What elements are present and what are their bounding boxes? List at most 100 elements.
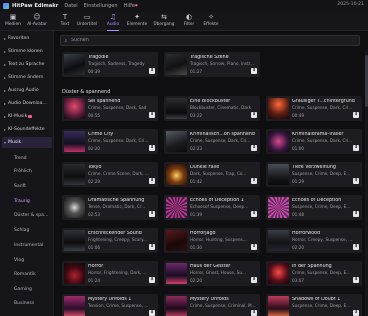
track-thumbnail[interactable] <box>268 131 289 152</box>
download-icon[interactable]: ⬇ <box>251 68 257 74</box>
track-card[interactable]: Tokyo Crime, Crime Scene, Dark, ... 02:29 ⬇ <box>62 162 158 187</box>
track-card[interactable]: Sei spannend Crime, Suspense, Dark, Sad 00… <box>62 96 158 121</box>
tab-untertitel[interactable]: ▭ Untertitel <box>76 13 98 30</box>
track-card[interactable]: Erschreckender Sound Frightening, Creepy,… <box>62 228 158 253</box>
download-icon[interactable]: ⬇ <box>149 68 155 74</box>
track-thumbnail[interactable] <box>166 230 187 251</box>
track-thumbnail[interactable] <box>64 131 85 152</box>
track-thumbnail[interactable] <box>64 296 85 316</box>
track-card[interactable]: Dramatische Spannung Tense, Dramatic, Dar… <box>62 195 158 220</box>
menu-datei[interactable]: Datei <box>64 3 77 9</box>
track-thumbnail[interactable] <box>64 54 85 75</box>
tab-filter[interactable]: ◐ Filter <box>178 13 200 30</box>
sidebar-sub-business[interactable]: Business <box>2 298 52 309</box>
download-icon[interactable]: ⬇ <box>149 211 155 217</box>
download-icon[interactable]: ⬇ <box>353 112 359 118</box>
track-card[interactable]: Horrorjagd Horror, Hunting, Suspens... 01:… <box>164 228 260 253</box>
sidebar-item-audio-download[interactable]: ▸ Audio Downloa... <box>2 98 52 109</box>
track-thumbnail[interactable] <box>64 98 85 119</box>
track-card[interactable]: Echoes of Deception Suspense, Crime, Deep… <box>266 195 362 220</box>
tab-audio[interactable]: ♫ Audio <box>102 13 124 31</box>
download-icon[interactable]: ⬇ <box>149 244 155 250</box>
menu-hilfe[interactable]: Hilfe● <box>124 3 138 9</box>
track-thumbnail[interactable] <box>268 164 289 185</box>
tab-effekte[interactable]: ✧ Effekte <box>200 13 222 30</box>
sidebar-sub-vlog[interactable]: Vlog <box>2 255 52 266</box>
download-icon[interactable]: ⬇ <box>251 178 257 184</box>
sidebar-sub-gaming[interactable]: Gaming <box>2 284 52 295</box>
track-thumbnail[interactable] <box>268 98 289 119</box>
track-card[interactable]: In der Spannung Crime, Suspense, Deep, E.… <box>266 261 362 286</box>
track-thumbnail[interactable] <box>268 197 289 218</box>
track-card[interactable]: Dunkle Falle Dark, Suspense, Trap, Co... 0… <box>164 162 260 187</box>
track-thumbnail[interactable] <box>64 164 85 185</box>
track-thumbnail[interactable] <box>166 296 187 316</box>
track-card[interactable]: Tiefe Verzweiflung Suspense, Crime, Deep,… <box>266 162 362 187</box>
tab-text[interactable]: T Text <box>54 13 76 30</box>
sidebar-sub-romantik[interactable]: Romantik <box>2 269 52 280</box>
download-icon[interactable]: ⬇ <box>149 310 155 316</box>
download-icon[interactable]: ⬇ <box>251 244 257 250</box>
track-thumbnail[interactable] <box>268 230 289 251</box>
track-card[interactable]: Kriminalisch...on spannend Crime, Suspens… <box>164 129 260 154</box>
download-icon[interactable]: ⬇ <box>251 112 257 118</box>
sidebar-item-text-zu-sprache[interactable]: ▸ Text zu Sprache <box>2 59 52 70</box>
tab-elemente[interactable]: ✦ Elemente <box>126 13 148 30</box>
menu-einstellungen[interactable]: Einstellungen <box>84 3 118 9</box>
download-icon[interactable]: ⬇ <box>251 145 257 151</box>
track-card[interactable]: Haus der Geister Horror, Ghost, House, Su… <box>164 261 260 286</box>
search-input[interactable] <box>71 36 359 45</box>
sidebar-item-ki-soundeffekte[interactable]: ▸ KI-Soundeffekte <box>2 124 52 135</box>
track-thumbnail[interactable] <box>64 230 85 251</box>
track-card[interactable]: Mystery Unfolds 1 Tension, Crime, Suspens… <box>62 294 158 316</box>
download-icon[interactable]: ⬇ <box>353 277 359 283</box>
sidebar-sub-duester[interactable]: Düster & spa... <box>2 210 52 221</box>
track-card[interactable]: Echoes of Deception 1 Echoesof Suspense, … <box>164 195 260 220</box>
track-thumbnail[interactable] <box>166 263 187 284</box>
sidebar-sub-instrumental[interactable]: Instrumental <box>2 240 52 251</box>
download-icon[interactable]: ⬇ <box>251 277 257 283</box>
download-icon[interactable]: ⬇ <box>353 211 359 217</box>
track-card[interactable]: Eine Blockbuster Blockbuster, Cinematic, … <box>164 96 260 121</box>
track-card[interactable]: Tragödie Tragisch, Sadness, Tragedy 00:39 ⬇ <box>62 52 158 77</box>
track-card[interactable]: Crime City Crime, Suspense, Dark, Cri... 0… <box>62 129 158 154</box>
sidebar-item-ki-musik[interactable]: ▸ KI-Musik <box>2 111 52 122</box>
sidebar-sub-sanft[interactable]: Sanft <box>2 181 52 192</box>
track-thumbnail[interactable] <box>166 197 187 218</box>
sidebar-sub-trend[interactable]: Trend <box>2 153 52 164</box>
download-icon[interactable]: ⬇ <box>251 211 257 217</box>
track-card[interactable]: Mystery Unfolds Crime, Suspense, Criminal… <box>164 294 260 316</box>
track-card[interactable]: Grausiger T...chintergrund Crime, Suspens… <box>266 96 362 121</box>
track-card[interactable]: Tragische Szene Tragisch, Sorrow, Piano, … <box>164 52 260 77</box>
tab-medien[interactable]: ▣ Medien <box>2 13 24 30</box>
tab-ai-avatar[interactable]: ☺ AI-Avatar <box>26 13 48 30</box>
track-card[interactable]: Horrorwood Horror, Creepy, Suspense, ... 0… <box>266 228 362 253</box>
track-thumbnail[interactable] <box>64 263 85 284</box>
sidebar-sub-froehlich[interactable]: Fröhlich <box>2 166 52 177</box>
download-icon[interactable]: ⬇ <box>353 310 359 316</box>
sidebar-item-stimme-aendern[interactable]: ▸ Stimme ändern <box>2 72 52 83</box>
track-thumbnail[interactable] <box>166 54 187 75</box>
sidebar-item-favoriten[interactable]: ▸ Favoriten <box>2 33 52 44</box>
track-thumbnail[interactable] <box>268 296 289 316</box>
tab-uebergang[interactable]: ⇆ Übergang <box>153 13 175 30</box>
track-card[interactable]: Kriminaldrama-Trailer Crime, Suspense, Da… <box>266 129 362 154</box>
sidebar-sub-traurig[interactable]: Traurig <box>2 196 52 207</box>
download-icon[interactable]: ⬇ <box>353 178 359 184</box>
sidebar-item-musik[interactable]: ▾ Musik <box>2 137 52 148</box>
track-thumbnail[interactable] <box>64 197 85 218</box>
download-icon[interactable]: ⬇ <box>149 112 155 118</box>
download-icon[interactable]: ⬇ <box>149 277 155 283</box>
download-icon[interactable]: ⬇ <box>149 178 155 184</box>
sidebar-item-stimme-klonen[interactable]: ▸ Stimme klonen <box>2 46 52 57</box>
download-icon[interactable]: ⬇ <box>251 310 257 316</box>
track-thumbnail[interactable] <box>166 98 187 119</box>
track-card[interactable]: Horror Horror, Frightening, Dark, ... 01:2… <box>62 261 158 286</box>
sidebar-item-ausrug-audio[interactable]: ▸ Ausrug Audio <box>2 85 52 96</box>
download-icon[interactable]: ⬇ <box>149 145 155 151</box>
download-icon[interactable]: ⬇ <box>353 244 359 250</box>
track-card[interactable]: Shadows of Doubt 1 Suspense, Crime, Deep,… <box>266 294 362 316</box>
track-thumbnail[interactable] <box>166 164 187 185</box>
track-thumbnail[interactable] <box>166 131 187 152</box>
download-icon[interactable]: ⬇ <box>353 145 359 151</box>
